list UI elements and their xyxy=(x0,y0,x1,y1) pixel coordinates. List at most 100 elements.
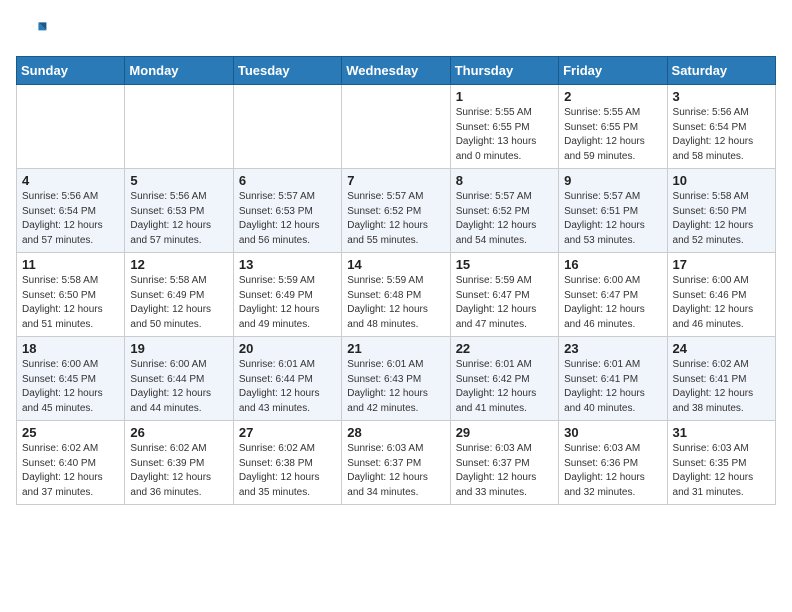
day-number: 17 xyxy=(673,257,770,272)
page-header xyxy=(16,16,776,48)
logo xyxy=(16,16,52,48)
calendar-cell: 3Sunrise: 5:56 AM Sunset: 6:54 PM Daylig… xyxy=(667,85,775,169)
day-header-saturday: Saturday xyxy=(667,57,775,85)
day-info: Sunrise: 6:00 AM Sunset: 6:46 PM Dayligh… xyxy=(673,274,770,332)
day-number: 1 xyxy=(456,89,553,104)
day-info: Sunrise: 6:03 AM Sunset: 6:35 PM Dayligh… xyxy=(673,442,770,500)
day-number: 27 xyxy=(239,425,336,440)
calendar-week-3: 11 Sunrise: 5:58 AM Sunset: 6:50 PM Dayli… xyxy=(17,253,776,337)
calendar-cell: 14 Sunrise: 5:59 AM Sunset: 6:48 PM Dayli… xyxy=(342,253,450,337)
day-header-friday: Friday xyxy=(559,57,667,85)
calendar-cell: 18Sunrise: 6:00 AM Sunset: 6:45 PM Dayli… xyxy=(17,337,125,421)
day-info: Sunrise: 6:01 AM Sunset: 6:41 PM Dayligh… xyxy=(564,358,661,416)
calendar-week-5: 25 Sunrise: 6:02 AM Sunset: 6:40 PM Dayli… xyxy=(17,421,776,505)
calendar-cell xyxy=(17,85,125,169)
calendar-cell: 13Sunrise: 5:59 AM Sunset: 6:49 PM Dayli… xyxy=(233,253,341,337)
calendar-cell xyxy=(233,85,341,169)
calendar-week-2: 4Sunrise: 5:56 AM Sunset: 6:54 PM Daylig… xyxy=(17,169,776,253)
calendar-cell: 8 Sunrise: 5:57 AM Sunset: 6:52 PM Daylig… xyxy=(450,169,558,253)
day-header-sunday: Sunday xyxy=(17,57,125,85)
day-info: Sunrise: 6:02 AM Sunset: 6:40 PM Dayligh… xyxy=(22,442,119,500)
day-info: Sunrise: 5:57 AM Sunset: 6:53 PM Dayligh… xyxy=(239,190,336,248)
day-info: Sunrise: 6:02 AM Sunset: 6:38 PM Dayligh… xyxy=(239,442,336,500)
calendar-cell: 28 Sunrise: 6:03 AM Sunset: 6:37 PM Dayli… xyxy=(342,421,450,505)
day-info: Sunrise: 6:01 AM Sunset: 6:42 PM Dayligh… xyxy=(456,358,553,416)
calendar-table: SundayMondayTuesdayWednesdayThursdayFrid… xyxy=(16,56,776,505)
day-info: Sunrise: 5:55 AM Sunset: 6:55 PM Dayligh… xyxy=(564,106,661,164)
day-number: 24 xyxy=(673,341,770,356)
day-info: Sunrise: 5:58 AM Sunset: 6:50 PM Dayligh… xyxy=(673,190,770,248)
calendar-cell: 16Sunrise: 6:00 AM Sunset: 6:47 PM Dayli… xyxy=(559,253,667,337)
calendar-cell: 5 Sunrise: 5:56 AM Sunset: 6:53 PM Daylig… xyxy=(125,169,233,253)
day-info: Sunrise: 5:57 AM Sunset: 6:52 PM Dayligh… xyxy=(347,190,444,248)
calendar-week-1: 1 Sunrise: 5:55 AM Sunset: 6:55 PM Daylig… xyxy=(17,85,776,169)
calendar-cell: 2 Sunrise: 5:55 AM Sunset: 6:55 PM Daylig… xyxy=(559,85,667,169)
day-number: 14 xyxy=(347,257,444,272)
day-number: 7 xyxy=(347,173,444,188)
day-number: 30 xyxy=(564,425,661,440)
day-number: 11 xyxy=(22,257,119,272)
calendar-cell: 30Sunrise: 6:03 AM Sunset: 6:36 PM Dayli… xyxy=(559,421,667,505)
day-number: 3 xyxy=(673,89,770,104)
calendar-cell: 25 Sunrise: 6:02 AM Sunset: 6:40 PM Dayli… xyxy=(17,421,125,505)
calendar-cell: 11 Sunrise: 5:58 AM Sunset: 6:50 PM Dayli… xyxy=(17,253,125,337)
day-number: 8 xyxy=(456,173,553,188)
calendar-cell: 17 Sunrise: 6:00 AM Sunset: 6:46 PM Dayli… xyxy=(667,253,775,337)
day-header-wednesday: Wednesday xyxy=(342,57,450,85)
day-number: 25 xyxy=(22,425,119,440)
day-number: 19 xyxy=(130,341,227,356)
day-number: 10 xyxy=(673,173,770,188)
calendar-cell: 23 Sunrise: 6:01 AM Sunset: 6:41 PM Dayli… xyxy=(559,337,667,421)
day-info: Sunrise: 5:59 AM Sunset: 6:48 PM Dayligh… xyxy=(347,274,444,332)
calendar-cell: 29Sunrise: 6:03 AM Sunset: 6:37 PM Dayli… xyxy=(450,421,558,505)
day-info: Sunrise: 6:00 AM Sunset: 6:44 PM Dayligh… xyxy=(130,358,227,416)
day-info: Sunrise: 6:03 AM Sunset: 6:37 PM Dayligh… xyxy=(347,442,444,500)
day-number: 5 xyxy=(130,173,227,188)
day-info: Sunrise: 5:57 AM Sunset: 6:52 PM Dayligh… xyxy=(456,190,553,248)
day-info: Sunrise: 6:00 AM Sunset: 6:45 PM Dayligh… xyxy=(22,358,119,416)
day-number: 2 xyxy=(564,89,661,104)
day-info: Sunrise: 6:00 AM Sunset: 6:47 PM Dayligh… xyxy=(564,274,661,332)
day-info: Sunrise: 5:59 AM Sunset: 6:47 PM Dayligh… xyxy=(456,274,553,332)
day-number: 12 xyxy=(130,257,227,272)
calendar-cell: 10 Sunrise: 5:58 AM Sunset: 6:50 PM Dayli… xyxy=(667,169,775,253)
calendar-cell: 22 Sunrise: 6:01 AM Sunset: 6:42 PM Dayli… xyxy=(450,337,558,421)
day-number: 29 xyxy=(456,425,553,440)
calendar-cell: 26Sunrise: 6:02 AM Sunset: 6:39 PM Dayli… xyxy=(125,421,233,505)
day-info: Sunrise: 5:56 AM Sunset: 6:53 PM Dayligh… xyxy=(130,190,227,248)
day-info: Sunrise: 6:01 AM Sunset: 6:43 PM Dayligh… xyxy=(347,358,444,416)
day-number: 28 xyxy=(347,425,444,440)
day-info: Sunrise: 6:02 AM Sunset: 6:41 PM Dayligh… xyxy=(673,358,770,416)
calendar-cell xyxy=(125,85,233,169)
calendar-cell xyxy=(342,85,450,169)
day-number: 15 xyxy=(456,257,553,272)
calendar-cell: 20 Sunrise: 6:01 AM Sunset: 6:44 PM Dayli… xyxy=(233,337,341,421)
day-info: Sunrise: 5:58 AM Sunset: 6:50 PM Dayligh… xyxy=(22,274,119,332)
day-number: 31 xyxy=(673,425,770,440)
calendar-cell: 12 Sunrise: 5:58 AM Sunset: 6:49 PM Dayli… xyxy=(125,253,233,337)
day-header-monday: Monday xyxy=(125,57,233,85)
day-number: 23 xyxy=(564,341,661,356)
calendar-cell: 24 Sunrise: 6:02 AM Sunset: 6:41 PM Dayli… xyxy=(667,337,775,421)
day-header-thursday: Thursday xyxy=(450,57,558,85)
day-info: Sunrise: 6:01 AM Sunset: 6:44 PM Dayligh… xyxy=(239,358,336,416)
day-number: 26 xyxy=(130,425,227,440)
day-number: 21 xyxy=(347,341,444,356)
day-number: 9 xyxy=(564,173,661,188)
day-info: Sunrise: 5:57 AM Sunset: 6:51 PM Dayligh… xyxy=(564,190,661,248)
day-info: Sunrise: 5:56 AM Sunset: 6:54 PM Dayligh… xyxy=(22,190,119,248)
calendar-cell: 19 Sunrise: 6:00 AM Sunset: 6:44 PM Dayli… xyxy=(125,337,233,421)
calendar-cell: 31 Sunrise: 6:03 AM Sunset: 6:35 PM Dayli… xyxy=(667,421,775,505)
day-info: Sunrise: 5:59 AM Sunset: 6:49 PM Dayligh… xyxy=(239,274,336,332)
calendar-cell: 7 Sunrise: 5:57 AM Sunset: 6:52 PM Daylig… xyxy=(342,169,450,253)
day-number: 20 xyxy=(239,341,336,356)
day-number: 22 xyxy=(456,341,553,356)
calendar-cell: 27 Sunrise: 6:02 AM Sunset: 6:38 PM Dayli… xyxy=(233,421,341,505)
day-info: Sunrise: 5:58 AM Sunset: 6:49 PM Dayligh… xyxy=(130,274,227,332)
calendar-cell: 4Sunrise: 5:56 AM Sunset: 6:54 PM Daylig… xyxy=(17,169,125,253)
calendar-cell: 21 Sunrise: 6:01 AM Sunset: 6:43 PM Dayli… xyxy=(342,337,450,421)
calendar-header-row: SundayMondayTuesdayWednesdayThursdayFrid… xyxy=(17,57,776,85)
calendar-cell: 9 Sunrise: 5:57 AM Sunset: 6:51 PM Daylig… xyxy=(559,169,667,253)
calendar-cell: 1Sunrise: 5:55 AM Sunset: 6:55 PM Daylig… xyxy=(450,85,558,169)
calendar-cell: 15 Sunrise: 5:59 AM Sunset: 6:47 PM Dayli… xyxy=(450,253,558,337)
